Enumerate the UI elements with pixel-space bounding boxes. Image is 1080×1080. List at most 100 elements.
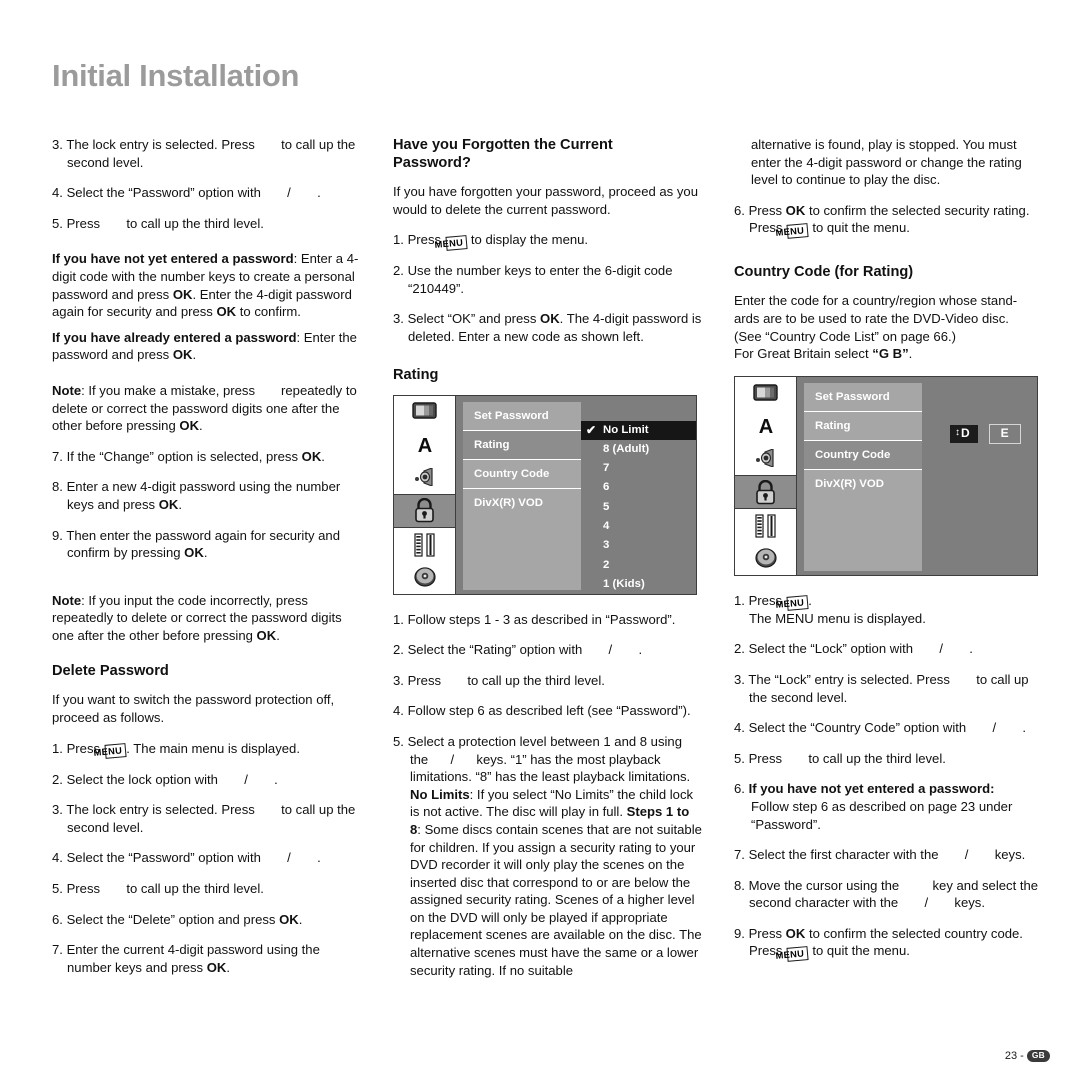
step-text-cont: . (226, 959, 231, 975)
intro-line-1: Enter the code for a country/region whos… (734, 293, 1018, 309)
osd-option-8-adult[interactable]: 8 (Adult) (581, 440, 696, 459)
tv-icon[interactable] (394, 396, 455, 429)
step-number: 3. (52, 802, 63, 818)
step-number: 5. (734, 750, 745, 766)
language-a-icon[interactable]: A (735, 409, 796, 442)
step-number: 4. (734, 720, 745, 736)
osd-option-label: 4 (603, 520, 610, 533)
step-number: 8. (734, 877, 745, 893)
step-number: 3. (393, 311, 404, 327)
osd-menu-item-rating[interactable]: Rating (463, 430, 581, 460)
footer-page-number: 23 (1004, 1050, 1018, 1062)
osd-option-4[interactable]: 4 (581, 517, 696, 536)
step-text: Press (407, 672, 442, 688)
list-item: 9. Press OK to confirm the selected coun… (734, 925, 1044, 962)
step-text: The “Lock” entry is selected. Press (748, 671, 950, 687)
checkmark-icon: ✔ (586, 422, 597, 437)
lock-icon[interactable] (735, 474, 796, 510)
step-text-cont: to call up the third level. (808, 750, 946, 766)
osd-menu-item-country-code[interactable]: Country Code (804, 440, 922, 470)
step-text-cont: . (321, 448, 325, 464)
osd-menu-item-set-password[interactable]: Set Password (804, 383, 922, 412)
step-text-cont: to display the menu. (467, 232, 589, 248)
osd-menu-item-rating[interactable]: Rating (804, 412, 922, 441)
step-text-cont: to quit the menu. (808, 220, 910, 236)
film-strip-icon[interactable] (735, 509, 796, 542)
audio-speaker-icon[interactable] (394, 461, 455, 494)
right-column: alternative is found, play is stopped. Y… (734, 136, 1044, 992)
three-column-layout: 3. The lock entry is selected. Press to … (52, 136, 1044, 992)
no-limits-bold: No Limits (410, 786, 470, 802)
osd-option-2[interactable]: 2 (581, 556, 696, 575)
language-a-icon[interactable]: A (394, 428, 455, 461)
step-text: Press (748, 750, 783, 766)
osd-menu-item-divx-vod[interactable]: DivX(R) VOD (463, 489, 581, 518)
osd-option-label: 7 (603, 462, 610, 475)
list-item: 1. Press MENU. The MENU menu is displaye… (734, 592, 1044, 628)
step-number: 2. (734, 641, 745, 657)
menu-key-icon: MENU (434, 234, 467, 251)
ok-key-label: OK (301, 448, 322, 464)
step-text-cont: . (298, 911, 303, 927)
list-item: 5. Select a protection level between 1 a… (393, 733, 703, 979)
step-number: 6. (52, 911, 63, 927)
step-text: Select the “Password” option with (66, 185, 261, 201)
slash: / (287, 850, 291, 866)
gb-code-bold: “G B” (872, 346, 909, 362)
footer-separator: - (1020, 1050, 1024, 1062)
osd-option-7[interactable]: 7 (581, 459, 696, 478)
osd-option-6[interactable]: 6 (581, 478, 696, 497)
section-heading-country-code: Country Code (for Rating) (734, 264, 914, 281)
country-code-char2-field[interactable]: E (988, 423, 1021, 444)
osd-option-3[interactable]: 3 (581, 536, 696, 555)
audio-speaker-icon[interactable] (735, 442, 796, 475)
osd-option-label: 6 (603, 481, 610, 494)
ok-key-label: OK (256, 627, 277, 643)
osd-option-label: 1 (Kids) (603, 577, 645, 590)
step-number: 3. (734, 671, 745, 687)
section-heading-rating: Rating (393, 366, 439, 383)
list-item: 1. Press MENU to display the menu. (393, 231, 703, 251)
step-text-cont: . (1022, 720, 1027, 736)
list-item: 7. Enter the current 4-digit password us… (52, 941, 362, 976)
list-item: 2. Select the “Lock” option with / . (734, 640, 1044, 658)
paragraph-already-entered: If you have already entered a password: … (52, 329, 362, 364)
section-heading-delete-password: Delete Password (52, 663, 169, 680)
heading-line-2: Password? (393, 155, 471, 171)
page-footer: 23 - GB (1005, 1050, 1050, 1062)
country-code-char2-value: E (1000, 425, 1009, 440)
osd-country-code-menu: A Set Password Rating Country Code DivX(… (734, 375, 1038, 576)
osd-menu-item-set-password[interactable]: Set Password (463, 402, 581, 431)
note-paragraph-1: Note: If you make a mistake, press repeat… (52, 382, 362, 435)
step-text: Select the “Lock” option with (748, 641, 914, 657)
list-item: 4. Select the “Country Code” option with… (734, 719, 1044, 737)
step-text: Enter a new 4-digit password using the n… (66, 479, 341, 512)
country-code-char1-field[interactable]: ↕ D (950, 424, 978, 443)
step-number: 3. (52, 137, 63, 152)
step-number: 1. (52, 740, 63, 756)
disc-icon[interactable] (394, 561, 455, 594)
osd-menu-item-country-code[interactable]: Country Code (463, 460, 581, 489)
tv-icon[interactable] (735, 377, 796, 410)
menu-key-icon: MENU (93, 743, 126, 759)
step-text: Follow steps 1 - 3 as described in “Pass… (407, 611, 676, 627)
step-number: 7. (734, 847, 745, 863)
osd-option-1-kids[interactable]: 1 (Kids) (581, 575, 696, 594)
menu-key-icon: MENU (775, 595, 808, 611)
list-item: 7. If the “Change” option is selected, p… (52, 448, 362, 466)
film-strip-icon[interactable] (394, 528, 455, 561)
list-item: 4. Select the “Password” option with / . (52, 849, 362, 867)
step-number: 2. (393, 642, 404, 658)
osd-option-no-limit[interactable]: ✔ No Limit (581, 420, 696, 440)
step-number: 4. (52, 185, 63, 201)
lock-icon[interactable] (394, 493, 455, 529)
step-number: 5. (52, 881, 63, 897)
osd-option-5[interactable]: 5 (581, 498, 696, 517)
osd-menu-item-divx-vod[interactable]: DivX(R) VOD (804, 470, 922, 499)
step-text: Select the “Delete” option and press (66, 911, 280, 927)
intro-line-4-end: . (908, 346, 913, 362)
step-text: The lock entry is selected. Press (66, 802, 255, 818)
step-text: The lock entry is selected. Press (66, 137, 255, 152)
ok-key-label: OK (172, 347, 193, 363)
disc-icon[interactable] (735, 542, 796, 575)
